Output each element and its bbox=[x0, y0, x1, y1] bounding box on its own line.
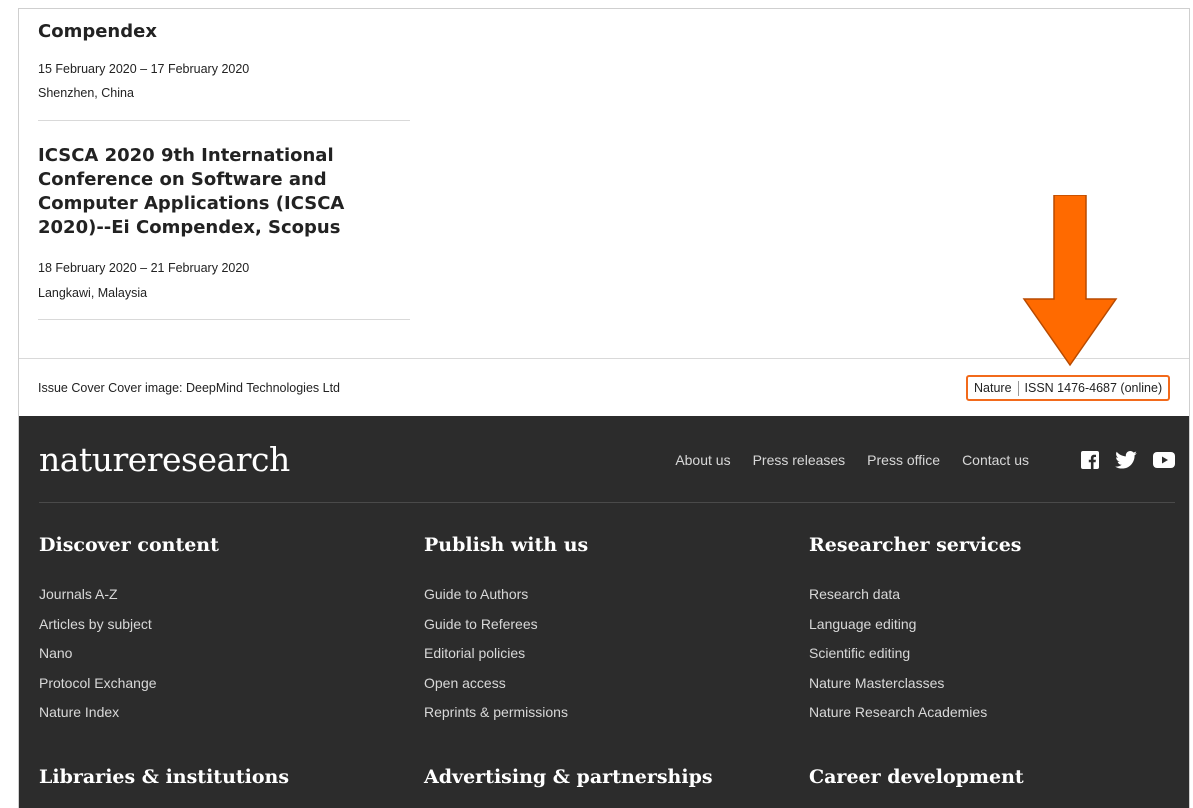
footer-link[interactable]: Nature Index bbox=[39, 698, 399, 728]
twitter-icon[interactable] bbox=[1115, 451, 1137, 469]
nav-press-releases[interactable]: Press releases bbox=[753, 452, 846, 468]
issn-highlight-box: Nature ISSN 1476-4687 (online) bbox=[966, 375, 1171, 401]
issn-number: ISSN 1476-4687 (online) bbox=[1024, 381, 1163, 395]
social-links bbox=[1081, 451, 1175, 469]
footer-column-discover: Discover content Journals A-Z Articles b… bbox=[39, 534, 399, 728]
footer-column-publish: Publish with us Guide to Authors Guide t… bbox=[424, 534, 784, 728]
facebook-icon[interactable] bbox=[1081, 451, 1099, 469]
footer-link[interactable]: Journals A-Z bbox=[39, 580, 399, 610]
site-footer: natureresearch About us Press releases P… bbox=[19, 416, 1189, 808]
footer-nav: About us Press releases Press office Con… bbox=[675, 452, 1029, 468]
column-heading: Discover content bbox=[39, 534, 219, 556]
event-divider bbox=[38, 319, 410, 320]
journal-name[interactable]: Nature bbox=[974, 381, 1012, 395]
footer-link[interactable]: Articles by subject bbox=[39, 610, 399, 640]
footer-link[interactable]: Guide to Referees bbox=[424, 610, 784, 640]
footer-link[interactable]: Nano bbox=[39, 639, 399, 669]
issn-separator bbox=[1017, 380, 1019, 396]
event-date: 18 February 2020 – 21 February 2020 bbox=[38, 261, 250, 275]
column-heading: Libraries & institutions bbox=[39, 766, 290, 788]
column-heading: Publish with us bbox=[424, 534, 589, 556]
footer-link[interactable]: Reprints & permissions bbox=[424, 698, 784, 728]
footer-link[interactable]: Language editing bbox=[809, 610, 1169, 640]
event-location: Langkawi, Malaysia bbox=[38, 286, 148, 300]
event-divider bbox=[38, 120, 410, 121]
footer-link[interactable]: Nature Research Academies bbox=[809, 698, 1169, 728]
section-divider bbox=[19, 358, 1189, 359]
cover-credit: Issue Cover Cover image: DeepMind Techno… bbox=[38, 381, 341, 395]
youtube-icon[interactable] bbox=[1153, 452, 1175, 468]
column-heading: Career development bbox=[809, 766, 1024, 788]
annotation-arrow-icon bbox=[1022, 195, 1118, 367]
event-location: Shenzhen, China bbox=[38, 86, 134, 100]
footer-link[interactable]: Guide to Authors bbox=[424, 580, 784, 610]
footer-link[interactable]: Scientific editing bbox=[809, 639, 1169, 669]
column-heading: Advertising & partnerships bbox=[424, 766, 713, 788]
nav-contact-us[interactable]: Contact us bbox=[962, 452, 1029, 468]
event-title[interactable]: ICSCA 2020 9th International Conference … bbox=[38, 144, 410, 240]
nav-press-office[interactable]: Press office bbox=[867, 452, 940, 468]
nav-about-us[interactable]: About us bbox=[675, 452, 730, 468]
footer-divider bbox=[39, 502, 1175, 503]
footer-column-researcher-services: Researcher services Research data Langua… bbox=[809, 534, 1169, 728]
column-heading: Researcher services bbox=[809, 534, 1022, 556]
footer-link[interactable]: Protocol Exchange bbox=[39, 669, 399, 699]
natureresearch-logo[interactable]: natureresearch bbox=[39, 440, 290, 479]
event-title[interactable]: Compendex bbox=[38, 20, 157, 44]
footer-link[interactable]: Editorial policies bbox=[424, 639, 784, 669]
footer-link[interactable]: Research data bbox=[809, 580, 1169, 610]
event-date: 15 February 2020 – 17 February 2020 bbox=[38, 62, 250, 76]
footer-link[interactable]: Nature Masterclasses bbox=[809, 669, 1169, 699]
footer-link[interactable]: Open access bbox=[424, 669, 784, 699]
